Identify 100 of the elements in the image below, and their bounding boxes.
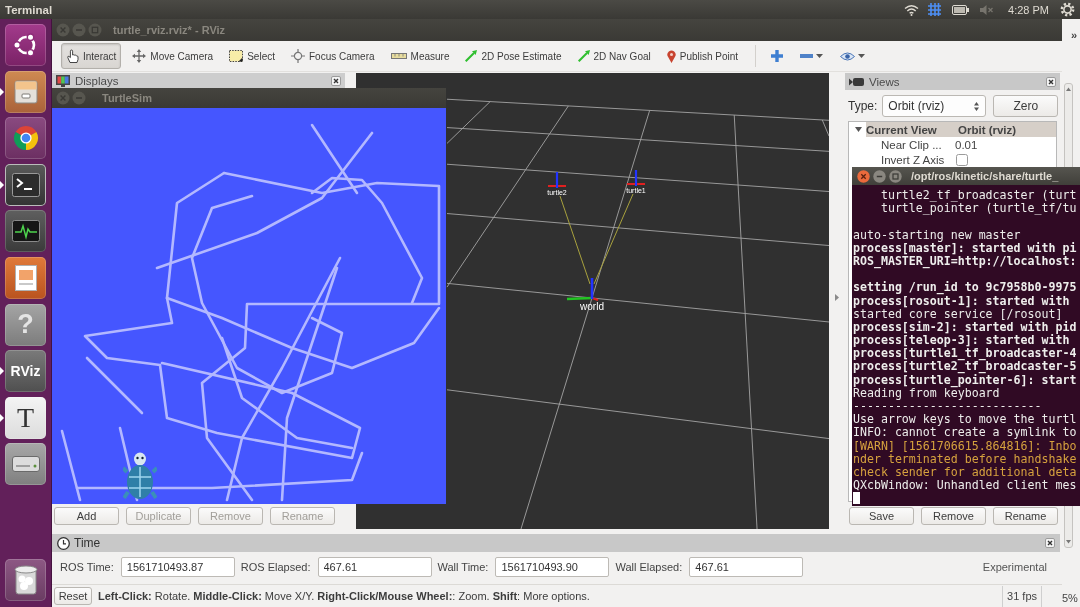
launcher-button[interactable]: RViz: [5, 350, 46, 393]
clock[interactable]: 4:28 PM: [1008, 3, 1049, 16]
zero-button[interactable]: Zero: [993, 95, 1059, 117]
expand-arrow-icon[interactable]: [855, 126, 862, 133]
launcher-button[interactable]: [5, 70, 46, 113]
caret-icon: [816, 54, 824, 58]
browser-logo-icon: [11, 124, 40, 153]
field-label: ROS Elapsed:: [240, 561, 311, 573]
up-down-arrows-icon: [974, 101, 980, 111]
panel-button[interactable]: Remove: [921, 507, 986, 525]
time-field[interactable]: 467.61: [317, 557, 432, 577]
window-title: /opt/ros/kinetic/share/turtle_: [911, 170, 1059, 182]
time-field[interactable]: 1561710493.87: [120, 557, 235, 577]
splitter-arrow-icon[interactable]: [835, 294, 839, 301]
ruler-icon: [390, 53, 407, 59]
dashed-rectangle-icon: [229, 50, 244, 62]
launcher-button[interactable]: [5, 24, 46, 66]
time-field[interactable]: 1561710493.90: [495, 557, 610, 577]
terminal-line: turtle_pointer (turtle_tf/tu: [879, 202, 1078, 216]
fps-counter: 31 fps: [1002, 585, 1042, 607]
checkbox[interactable]: [956, 153, 968, 166]
axes-icon: [626, 170, 646, 186]
window-title: TurtleSim: [102, 92, 152, 104]
plus-icon: [771, 50, 784, 62]
launcher-button[interactable]: [5, 117, 46, 160]
status-text: 5%: [1062, 591, 1078, 605]
eye-icon: [840, 51, 856, 61]
launcher-button[interactable]: [5, 443, 46, 486]
crosshair-icon: [290, 49, 305, 63]
scrollbar[interactable]: [1064, 83, 1073, 167]
active-app-title: Terminal: [5, 3, 53, 16]
option-label: Experimental: [982, 561, 1047, 573]
launcher-button[interactable]: [5, 256, 46, 299]
clock-icon: [57, 536, 70, 550]
terminal-line: setting /run_id to 9c7958b0-9975: [853, 281, 1078, 295]
terminal-line: INFO: cannot create a symlink to: [853, 426, 1078, 440]
toolbar-overflow-button[interactable]: »: [1071, 28, 1078, 42]
gear-icon[interactable]: [1060, 2, 1075, 17]
turtle-icon: [123, 452, 157, 502]
terminal-line: process[sim-2]: started with pid: [853, 320, 1078, 334]
pulse-monitor-icon: [11, 220, 40, 243]
reset-button[interactable]: Reset: [54, 587, 92, 605]
tool-button[interactable]: Interact: [61, 43, 122, 69]
axes-icon: [547, 172, 567, 188]
panel-title: Views: [869, 75, 900, 88]
tool-button[interactable]: Focus Camera: [285, 43, 380, 69]
terminal-line: process[teleop-3]: started with: [853, 334, 1070, 348]
panel-title: Time: [74, 536, 101, 550]
presentation-icon: [14, 264, 37, 291]
field-label: ROS Time:: [60, 561, 114, 573]
video-camera-icon: [849, 77, 864, 86]
terminal-line: ---------------------------: [853, 400, 1043, 414]
close-icon[interactable]: [1045, 538, 1055, 548]
hand-pointer-icon: [66, 49, 79, 63]
terminal-line: process[turtle1_tf_broadcaster-4: [853, 347, 1078, 361]
time-field[interactable]: 467.61: [689, 557, 804, 577]
terminal-line: turtle2_tf_broadcaster (turt: [879, 189, 1078, 203]
wifi-icon[interactable]: [904, 3, 920, 16]
frame-label: world: [580, 301, 604, 312]
close-icon[interactable]: [331, 76, 341, 86]
terminal-line: Reading from keyboard: [853, 386, 1000, 400]
view-type-dropdown[interactable]: Orbit (rviz): [882, 95, 987, 117]
minimize-icon[interactable]: [873, 169, 886, 183]
property-name: Near Clip ...: [881, 138, 943, 151]
axes-icon: [566, 278, 599, 302]
tool-button[interactable]: 2D Pose Estimate: [460, 43, 567, 69]
four-way-arrows-icon: [132, 49, 147, 63]
tool-button[interactable]: Move Camera: [127, 43, 219, 69]
close-icon[interactable]: [1046, 76, 1056, 87]
tool-button[interactable]: 2D Nav Goal: [572, 43, 656, 69]
terminal-line: Use arrow keys to move the turtl: [853, 413, 1078, 427]
input-method-icon[interactable]: [927, 2, 943, 17]
file-cabinet-icon: [12, 78, 39, 105]
map-pin-icon: [666, 49, 676, 63]
terminal-line: auto-starting new master: [853, 228, 1022, 242]
caret-icon: [858, 54, 866, 58]
battery-icon[interactable]: [952, 4, 970, 15]
terminal-line: [WARN] [1561706615.864816]: Inbo: [853, 439, 1078, 453]
property-value[interactable]: 0.01: [955, 138, 978, 151]
terminal-line: process[rosout-1]: started with: [853, 294, 1071, 308]
tool-button[interactable]: Measure: [385, 43, 455, 69]
tool-button[interactable]: Publish Point: [661, 43, 744, 69]
diagonal-arrow-icon: [465, 50, 478, 62]
property-value: Orbit (rviz): [958, 123, 1017, 136]
maximize-icon[interactable]: [889, 169, 902, 183]
disk-drive-icon: [11, 456, 40, 473]
launcher-button[interactable]: [5, 559, 46, 601]
tool-button[interactable]: Select: [224, 43, 280, 69]
launcher-button[interactable]: [5, 210, 46, 253]
panel-button[interactable]: Rename: [993, 507, 1058, 525]
panel-button[interactable]: Save: [849, 507, 914, 525]
diagonal-arrow-icon: [577, 50, 590, 62]
launcher-button[interactable]: T: [5, 396, 46, 439]
tree-category-row[interactable]: Current View Orbit (rviz): [866, 122, 1056, 137]
panel-button[interactable]: Add: [54, 507, 119, 525]
scrollbar[interactable]: [1064, 506, 1073, 548]
window-title: turtle_rviz.rviz* - RViz: [113, 24, 226, 36]
property-name: Current View: [866, 123, 938, 136]
field-label: Wall Elapsed:: [615, 561, 683, 573]
launcher-button[interactable]: [5, 163, 46, 206]
